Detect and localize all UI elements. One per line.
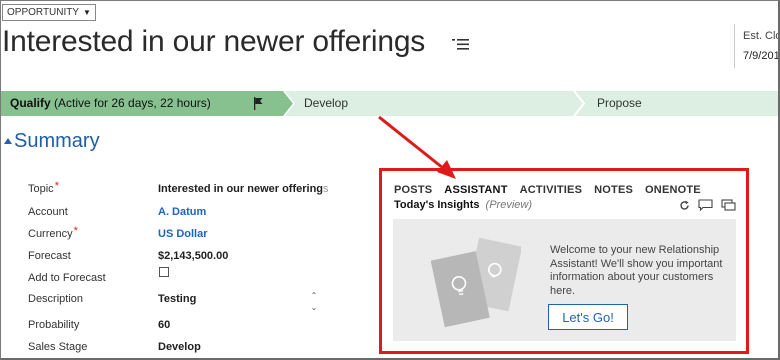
field-label-description: Description bbox=[28, 293, 84, 305]
field-label-topic: Topic* bbox=[28, 180, 59, 195]
header-divider bbox=[734, 24, 735, 68]
field-value-topic[interactable]: Interested in our newer offerings bbox=[158, 183, 329, 195]
field-label-add-to-forecast: Add to Forecast bbox=[28, 272, 106, 284]
social-pane-tabs: POSTS ASSISTANT ACTIVITIES NOTES ONENOTE bbox=[394, 184, 701, 196]
preview-label: (Preview) bbox=[485, 199, 532, 211]
stage-propose[interactable]: Propose bbox=[597, 91, 642, 116]
tab-assistant[interactable]: ASSISTANT bbox=[444, 184, 507, 196]
field-value-forecast[interactable]: $2,143,500.00 bbox=[158, 250, 228, 262]
assistant-panel-highlight: POSTS ASSISTANT ACTIVITIES NOTES ONENOTE… bbox=[379, 168, 749, 354]
tab-onenote[interactable]: ONENOTE bbox=[645, 184, 701, 196]
stage-qualify-duration: (Active for 26 days, 22 hours) bbox=[54, 96, 211, 110]
entity-type-dropdown[interactable]: OPPORTUNITY ▼ bbox=[2, 4, 96, 21]
field-value-probability[interactable]: 60 bbox=[158, 319, 170, 331]
est-close-value: 7/9/201 bbox=[743, 50, 780, 62]
lets-go-button[interactable]: Let's Go! bbox=[548, 304, 628, 330]
field-value-description[interactable]: Testing bbox=[158, 293, 196, 305]
field-label-probability: Probability bbox=[28, 319, 80, 331]
required-marker: * bbox=[54, 180, 59, 192]
welcome-text: Welcome to your new Relationship Assista… bbox=[550, 244, 723, 297]
insight-card: Welcome to your new Relationship Assista… bbox=[393, 219, 736, 341]
required-marker: * bbox=[73, 225, 78, 237]
stage-qualify[interactable]: Qualify (Active for 26 days, 22 hours) bbox=[1, 91, 283, 116]
comment-icon[interactable] bbox=[698, 198, 713, 216]
tab-activities[interactable]: ACTIVITIES bbox=[520, 184, 583, 196]
cards-icon[interactable] bbox=[721, 198, 736, 216]
est-close-label: Est. Clos bbox=[743, 30, 780, 42]
collapse-triangle-icon[interactable] bbox=[4, 138, 12, 144]
field-label-sales-stage: Sales Stage bbox=[28, 341, 88, 353]
add-to-forecast-checkbox[interactable] bbox=[159, 267, 169, 277]
insights-label: Today's Insights bbox=[394, 199, 480, 211]
tab-notes[interactable]: NOTES bbox=[594, 184, 633, 196]
description-scrollbar[interactable]: ⌃ ⌄ bbox=[309, 290, 319, 316]
stage-separator bbox=[283, 91, 295, 116]
field-value-sales-stage[interactable]: Develop bbox=[158, 341, 201, 353]
flag-icon bbox=[254, 97, 263, 110]
field-value-account[interactable]: A. Datum bbox=[158, 206, 206, 218]
field-label-currency: Currency* bbox=[28, 225, 78, 240]
chevron-down-icon: ▼ bbox=[83, 8, 91, 17]
process-bar: Qualify (Active for 26 days, 22 hours) D… bbox=[1, 91, 778, 116]
insights-heading: Today's Insights (Preview) bbox=[394, 199, 532, 211]
field-label-account: Account bbox=[28, 206, 68, 218]
assistant-toolbar bbox=[679, 198, 736, 216]
field-label-forecast: Forecast bbox=[28, 250, 71, 262]
scroll-down-icon[interactable]: ⌄ bbox=[309, 302, 319, 314]
stage-qualify-label: Qualify bbox=[10, 96, 51, 110]
scroll-up-icon[interactable]: ⌃ bbox=[309, 290, 319, 302]
field-value-currency[interactable]: US Dollar bbox=[158, 228, 208, 240]
section-title: Summary bbox=[14, 130, 100, 152]
page-title: Interested in our newer offerings bbox=[2, 25, 426, 58]
entity-type-label: OPPORTUNITY bbox=[7, 7, 80, 18]
tab-posts[interactable]: POSTS bbox=[394, 184, 432, 196]
refresh-icon[interactable] bbox=[679, 198, 690, 216]
stage-develop[interactable]: Develop bbox=[304, 91, 348, 116]
list-menu-icon bbox=[452, 39, 469, 50]
stage-separator bbox=[573, 91, 586, 116]
record-menu-icon[interactable] bbox=[452, 36, 470, 52]
insight-cards-illustration bbox=[431, 237, 521, 328]
